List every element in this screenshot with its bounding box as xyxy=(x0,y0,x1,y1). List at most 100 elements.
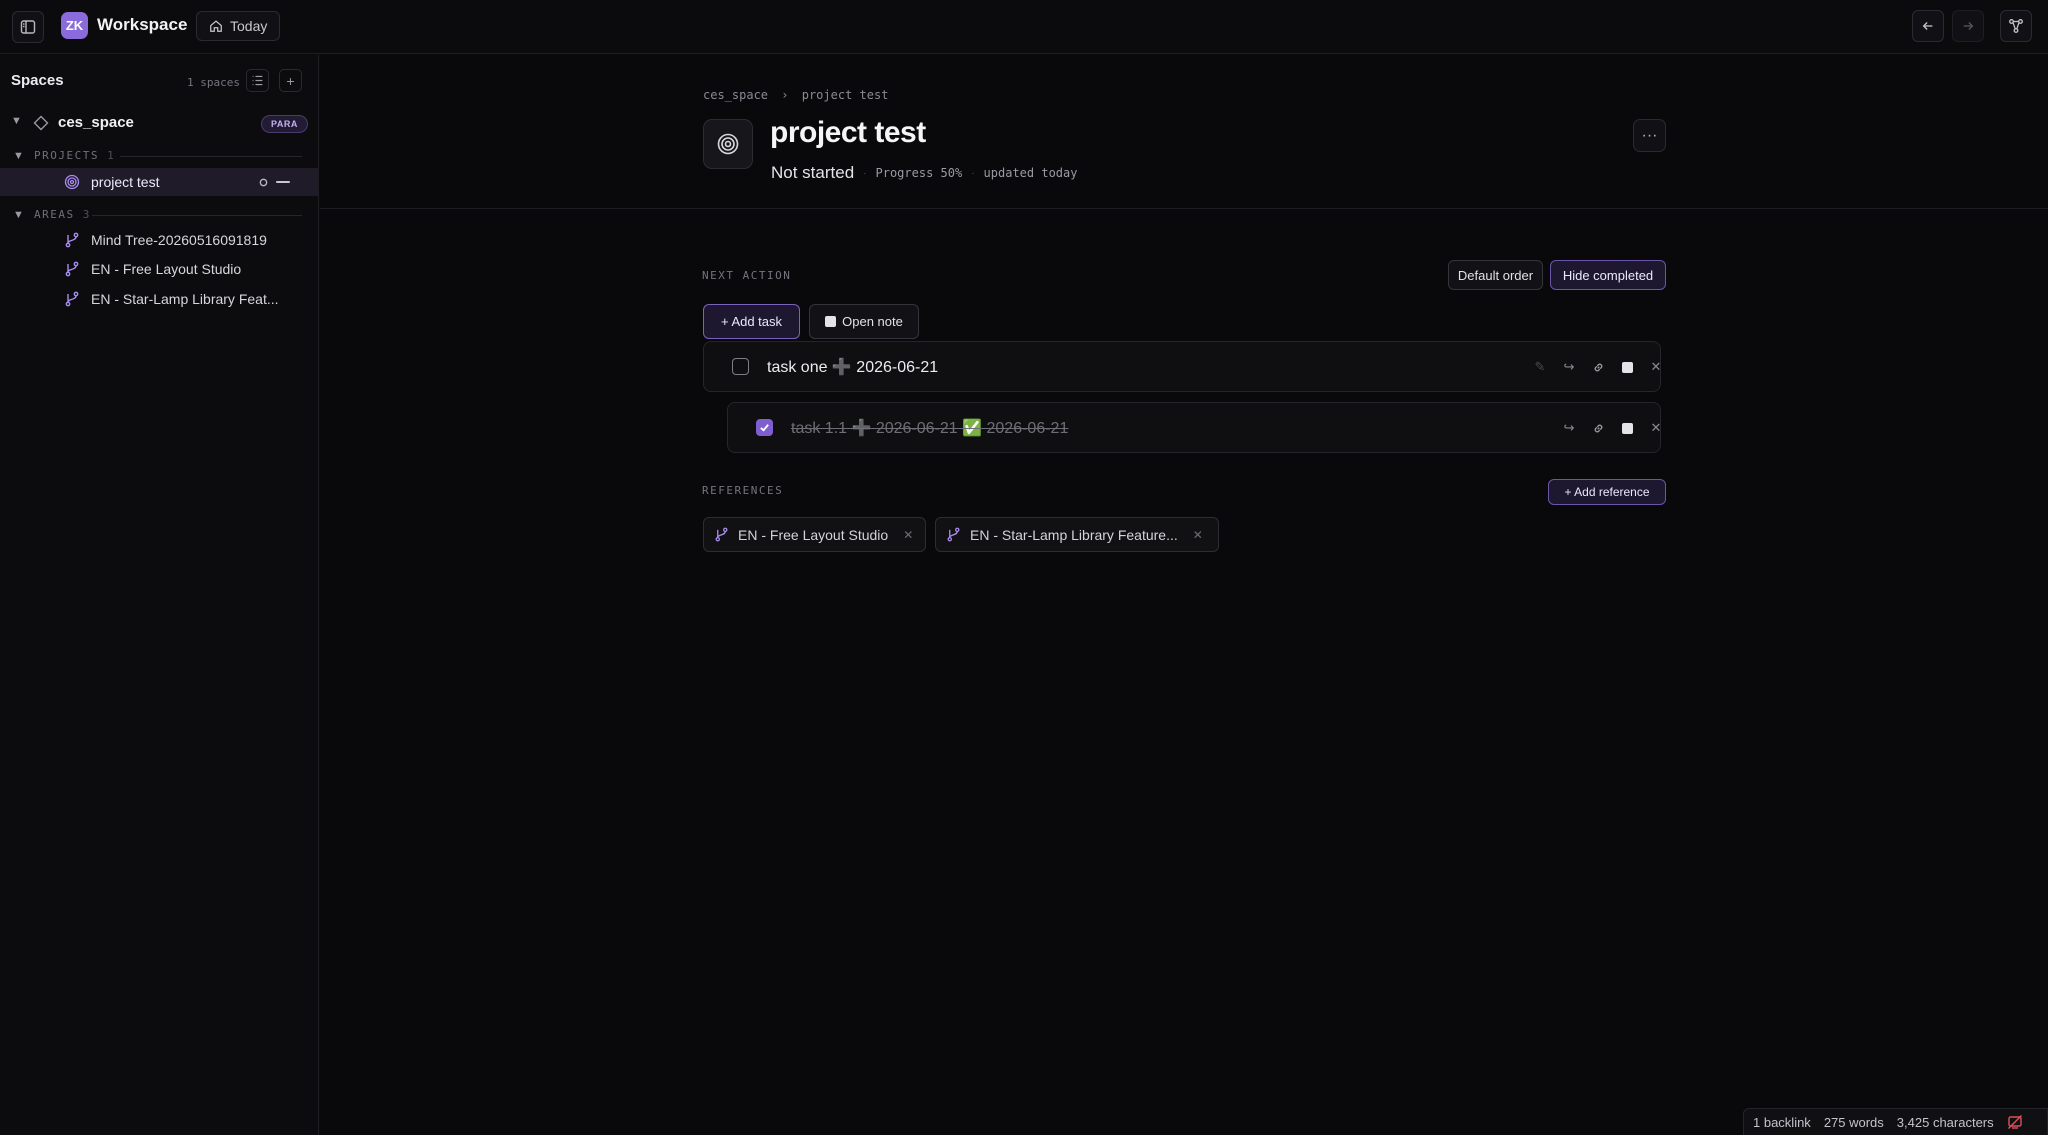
reference-chip[interactable]: EN - Free Layout Studio ✕ xyxy=(703,517,926,552)
add-task-button[interactable]: + Add task xyxy=(703,304,800,339)
sidebar-item-area[interactable]: Mind Tree-20260516091819 xyxy=(0,226,318,254)
divider xyxy=(120,156,302,157)
task-checkbox[interactable] xyxy=(756,419,773,436)
back-button[interactable] xyxy=(1912,10,1944,42)
add-space-button[interactable]: + xyxy=(279,69,302,92)
spaces-title: Spaces xyxy=(11,72,64,89)
sidebar-panel-icon xyxy=(20,20,36,34)
remove-x-icon[interactable]: ✕ xyxy=(903,528,913,542)
task-actions: ✎ ↪ ✕ xyxy=(1532,359,1664,375)
status-bar: 1 backlink 275 words 3,425 characters xyxy=(1743,1108,2048,1135)
workspace-name[interactable]: Workspace xyxy=(97,15,187,35)
reference-label: EN - Free Layout Studio xyxy=(738,526,889,543)
projects-section-header[interactable]: ▼ PROJECTS 1 xyxy=(12,147,304,165)
note-icon[interactable] xyxy=(1619,359,1635,375)
spaces-count: 1 spaces xyxy=(187,76,240,89)
project-meta: Not started · Progress 50% · updated tod… xyxy=(771,163,1077,183)
link-icon[interactable] xyxy=(1590,359,1606,375)
areas-label: AREAS 3 xyxy=(34,208,91,221)
edit-pencil-icon[interactable]: ✎ xyxy=(1532,359,1548,375)
default-order-button[interactable]: Default order xyxy=(1448,260,1543,290)
list-view-button[interactable] xyxy=(246,69,269,92)
graph-icon xyxy=(2009,19,2023,33)
status-text[interactable]: Not started xyxy=(771,163,854,183)
today-label: Today xyxy=(230,18,268,34)
references-label: REFERENCES xyxy=(702,484,784,497)
target-icon xyxy=(717,133,739,155)
note-icon[interactable] xyxy=(1619,420,1635,436)
plus-icon: + xyxy=(286,72,295,89)
target-icon xyxy=(64,174,80,190)
delete-x-icon[interactable]: ✕ xyxy=(1648,359,1664,375)
reference-label: EN - Star-Lamp Library Feature... xyxy=(970,526,1178,543)
arrow-right-icon xyxy=(1963,22,1974,30)
graph-view-button[interactable] xyxy=(2000,10,2032,42)
link-glyph-icon xyxy=(1594,424,1602,432)
progress-text: Progress 50% xyxy=(875,166,963,180)
forward-button[interactable] xyxy=(1952,10,1984,42)
task-checkbox[interactable] xyxy=(732,358,749,375)
breadcrumb-page: project test xyxy=(801,88,889,102)
arrow-left-icon xyxy=(1922,22,1933,30)
branch-icon xyxy=(715,527,728,542)
top-bar: ZK Workspace Today xyxy=(0,0,2048,54)
backlink-count[interactable]: 1 backlink xyxy=(1753,1115,1811,1130)
reference-chip[interactable]: EN - Star-Lamp Library Feature... ✕ xyxy=(935,517,1219,552)
remove-x-icon[interactable]: ✕ xyxy=(1193,528,1203,542)
collapse-caret-icon[interactable]: ▼ xyxy=(11,115,22,127)
progress-dash-icon xyxy=(276,181,290,183)
add-reference-button[interactable]: + Add reference xyxy=(1548,479,1666,505)
indent-arrow-icon[interactable]: ↪ xyxy=(1561,359,1577,375)
task-actions: ↪ ✕ xyxy=(1561,420,1664,436)
indent-arrow-icon[interactable]: ↪ xyxy=(1561,420,1577,436)
sidebar: Spaces 1 spaces + ▼ ces_space PARA ▼ PRO… xyxy=(0,55,319,1135)
para-badge: PARA xyxy=(261,115,308,133)
breadcrumb-space[interactable]: ces_space xyxy=(703,88,768,102)
sync-off-icon[interactable] xyxy=(2007,1114,2023,1130)
link-icon[interactable] xyxy=(1590,420,1606,436)
sidebar-item-label: project test xyxy=(91,174,160,190)
project-icon-button[interactable] xyxy=(703,119,753,169)
branch-icon xyxy=(65,261,79,277)
divider xyxy=(92,215,302,216)
open-note-label: Open note xyxy=(842,314,903,329)
next-action-label: NEXT ACTION xyxy=(702,269,792,282)
divider xyxy=(320,208,2048,209)
workspace-avatar[interactable]: ZK xyxy=(61,12,88,39)
task-text[interactable]: task one ➕ 2026-06-21 xyxy=(767,357,938,377)
sidebar-item-area[interactable]: EN - Free Layout Studio xyxy=(0,255,318,283)
link-glyph-icon xyxy=(1594,363,1602,371)
projects-label: PROJECTS 1 xyxy=(34,149,116,162)
sidebar-item-label: EN - Star-Lamp Library Feat... xyxy=(91,291,279,307)
task-row[interactable]: task 1.1 ➕ 2026-06-21 ✅ 2026-06-21 ↪ ✕ xyxy=(727,402,1661,453)
sidebar-item-project-test[interactable]: project test xyxy=(0,168,318,196)
open-note-button[interactable]: Open note xyxy=(809,304,919,339)
character-count: 3,425 characters xyxy=(1896,1114,1994,1130)
main-content: ces_space › project test project test No… xyxy=(320,55,2048,1135)
projects-count: 1 xyxy=(107,149,116,162)
hide-completed-button[interactable]: Hide completed xyxy=(1550,260,1666,290)
sidebar-item-area[interactable]: EN - Star-Lamp Library Feat... xyxy=(0,285,318,313)
areas-count: 3 xyxy=(82,208,91,221)
list-icon xyxy=(252,75,263,86)
more-options-button[interactable]: ··· xyxy=(1633,119,1666,152)
space-name: ces_space xyxy=(58,114,134,131)
task-row[interactable]: task one ➕ 2026-06-21 ✎ ↪ ✕ xyxy=(703,341,1661,392)
collapse-caret-icon[interactable]: ▼ xyxy=(13,209,24,221)
collapse-caret-icon[interactable]: ▼ xyxy=(13,150,24,162)
note-icon xyxy=(825,316,837,327)
task-text[interactable]: task 1.1 ➕ 2026-06-21 ✅ 2026-06-21 xyxy=(791,418,1068,438)
branch-icon xyxy=(65,232,79,248)
sidebar-toggle-button[interactable] xyxy=(12,11,44,43)
word-count: 275 words xyxy=(1823,1114,1884,1130)
today-button[interactable]: Today xyxy=(196,11,281,41)
branch-icon xyxy=(65,291,79,307)
areas-section-header[interactable]: ▼ AREAS 3 xyxy=(12,206,304,224)
page-title[interactable]: project test xyxy=(770,116,926,150)
home-icon xyxy=(210,20,222,32)
delete-x-icon[interactable]: ✕ xyxy=(1648,420,1664,436)
breadcrumb-separator: › xyxy=(781,88,789,102)
separator-dot: · xyxy=(863,167,867,179)
diamond-icon xyxy=(33,115,49,131)
separator-dot: · xyxy=(971,167,975,179)
